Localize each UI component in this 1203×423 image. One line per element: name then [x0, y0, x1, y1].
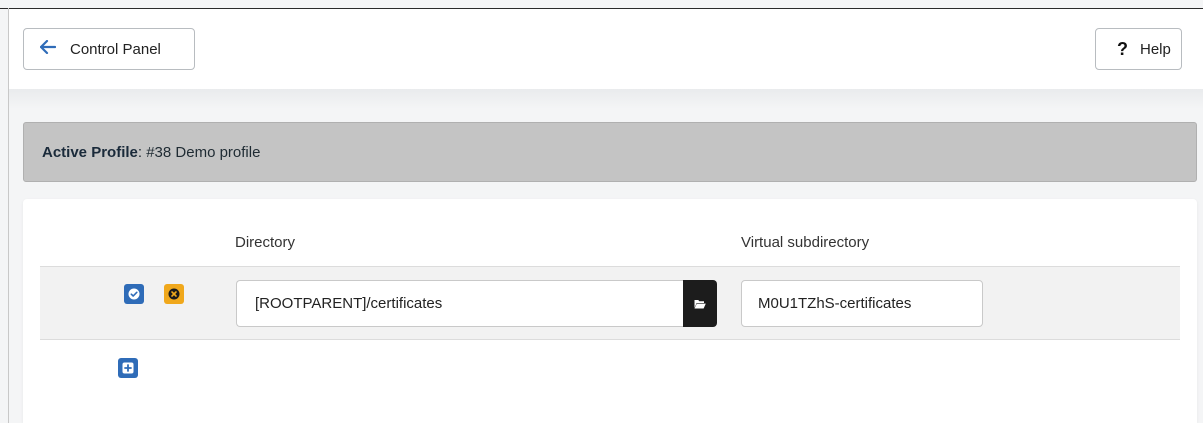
folder-open-icon — [694, 296, 706, 312]
arrow-left-icon — [39, 39, 57, 58]
virtual-subdirectory-input[interactable]: M0U1TZhS-certificates — [741, 280, 983, 327]
cancel-row-button[interactable] — [164, 284, 184, 304]
check-circle-icon — [128, 288, 140, 300]
add-row-button[interactable] — [118, 358, 138, 378]
save-row-button[interactable] — [124, 284, 144, 304]
help-button-label: Help — [1140, 40, 1171, 58]
directory-input[interactable]: [ROOTPARENT]/certificates — [236, 280, 684, 327]
times-circle-icon — [168, 288, 180, 300]
plus-square-icon — [122, 362, 134, 374]
back-to-control-panel-button[interactable]: Control Panel — [23, 28, 195, 70]
column-header-directory: Directory — [235, 234, 296, 251]
back-button-label: Control Panel — [70, 40, 161, 58]
active-profile-value: : #38 Demo profile — [137, 143, 261, 161]
toolbar-shadow — [9, 89, 1203, 109]
browse-directory-button[interactable] — [683, 280, 717, 327]
help-button[interactable]: ? Help — [1095, 28, 1182, 70]
question-icon: ? — [1117, 38, 1128, 59]
active-profile-label: Active Profile — [42, 143, 138, 161]
column-header-virtual-subdirectory: Virtual subdirectory — [741, 234, 870, 251]
active-profile-bar: Active Profile : #38 Demo profile — [23, 122, 1197, 182]
